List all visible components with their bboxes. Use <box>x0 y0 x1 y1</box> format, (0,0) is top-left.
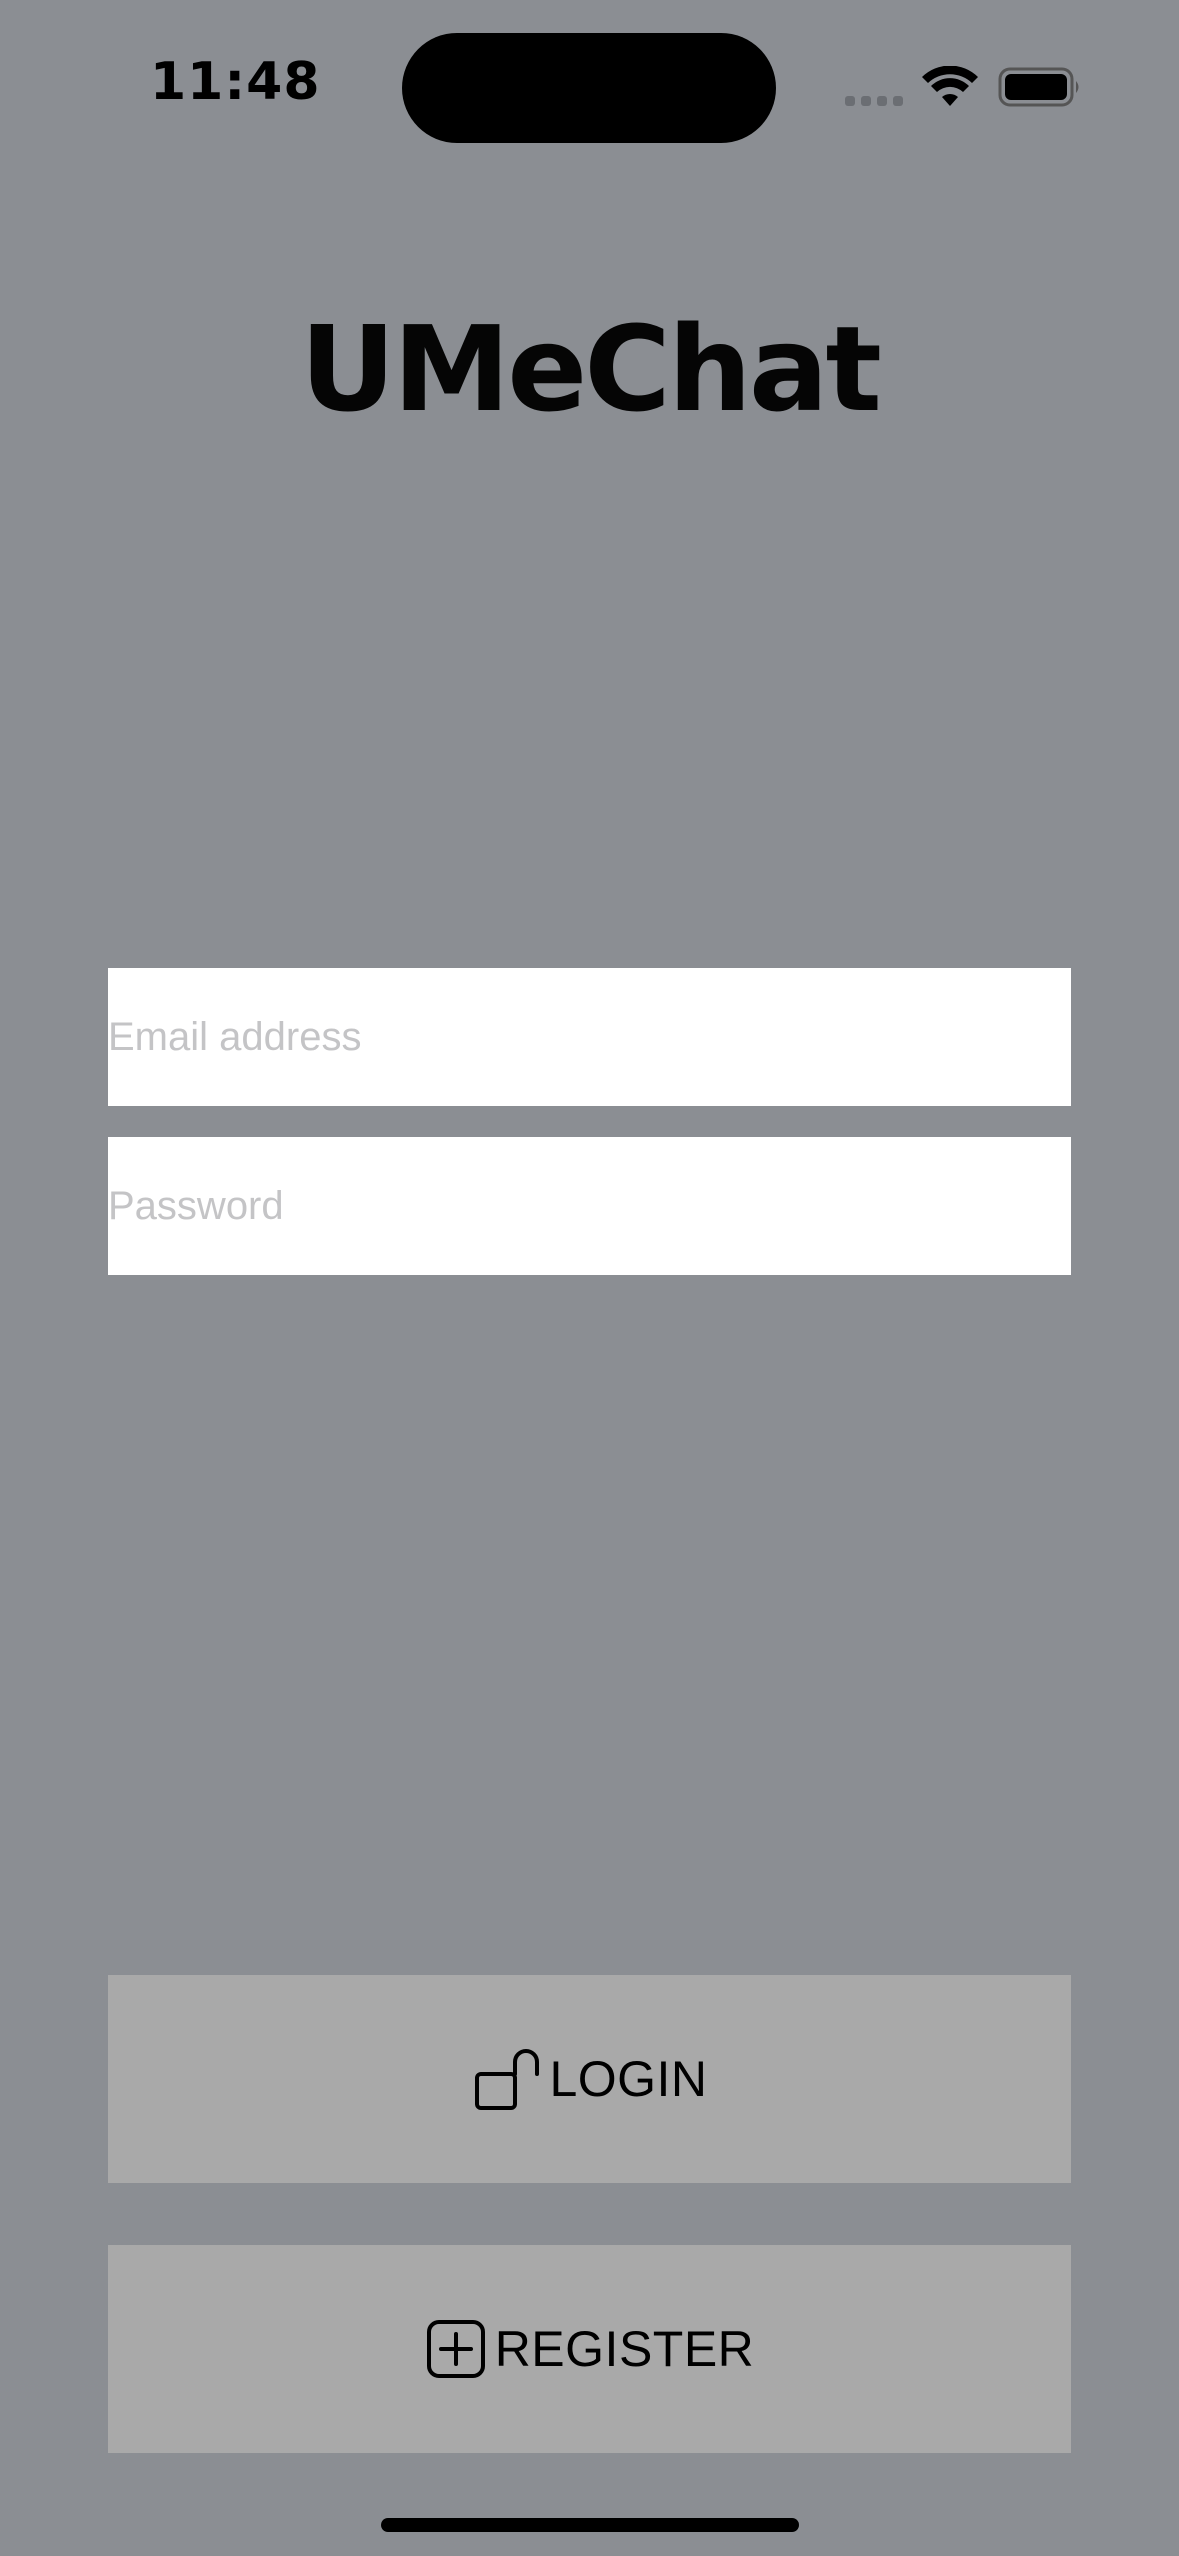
login-button-label: LOGIN <box>549 2051 708 2107</box>
battery-icon <box>998 67 1079 107</box>
dynamic-island <box>402 33 776 143</box>
register-button[interactable]: REGISTER <box>108 2245 1071 2453</box>
home-indicator[interactable] <box>381 2518 799 2532</box>
password-field[interactable] <box>108 1137 1071 1275</box>
email-field-container[interactable] <box>108 968 1071 1106</box>
app-title: UMeChat <box>300 300 882 438</box>
login-button[interactable]: LOGIN <box>108 1975 1071 2183</box>
email-field[interactable] <box>108 968 1071 1106</box>
lock-open-icon <box>475 2049 540 2110</box>
status-time: 11:48 <box>150 52 321 112</box>
wifi-icon <box>922 66 978 106</box>
status-bar: 11:48 <box>0 0 1179 180</box>
cellular-signal-icon <box>845 96 903 106</box>
register-button-label: REGISTER <box>494 2321 755 2377</box>
password-field-container[interactable] <box>108 1137 1071 1275</box>
plus-square-icon <box>426 2320 485 2378</box>
